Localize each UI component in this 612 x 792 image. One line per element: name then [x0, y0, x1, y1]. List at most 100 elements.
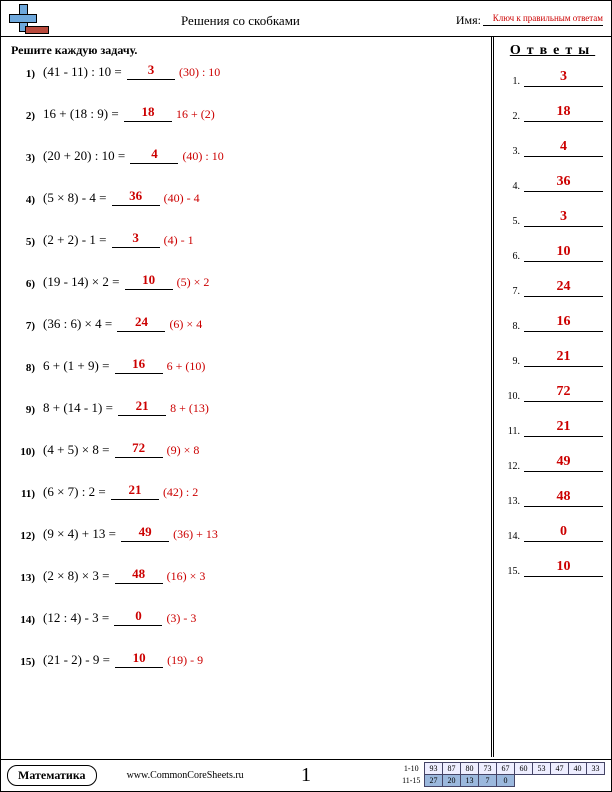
answer-blank: 16: [115, 356, 163, 374]
problem-row: 9)8 + (14 - 1) = 21 8 + (13): [11, 398, 481, 416]
answer-row: 14.0: [502, 524, 603, 542]
problem-expression: (9 × 4) + 13 =: [43, 526, 119, 542]
instruction: Решите каждую задачу.: [11, 43, 481, 58]
problem-number: 13): [11, 572, 35, 584]
answer-number: 11.: [502, 426, 520, 437]
problem-expression: (12 : 4) - 3 =: [43, 610, 112, 626]
answer-number: 7.: [502, 286, 520, 297]
site-url: www.CommonCoreSheets.ru: [127, 770, 244, 781]
step-hint: (36) + 13: [173, 527, 218, 542]
answer-blank: 48: [115, 566, 163, 584]
problem-expression: (2 × 8) × 3 =: [43, 568, 113, 584]
answers-column: Ответы 1.32.183.44.365.36.107.248.169.21…: [491, 37, 611, 757]
answer-blank: 4: [130, 146, 178, 164]
problem-number: 8): [11, 362, 35, 374]
answer-blank: 10: [125, 272, 173, 290]
problem-number: 15): [11, 656, 35, 668]
answer-row: 10.72: [502, 384, 603, 402]
answer-number: 8.: [502, 321, 520, 332]
problem-row: 1)(41 - 11) : 10 = 3 (30) : 10: [11, 62, 481, 80]
answer-number: 2.: [502, 111, 520, 122]
answer-value: 48: [524, 489, 603, 507]
answer-value: 3: [524, 209, 603, 227]
step-hint: 8 + (13): [170, 401, 209, 416]
answer-value: 72: [524, 384, 603, 402]
answer-blank: 3: [127, 62, 175, 80]
problem-expression: 8 + (14 - 1) =: [43, 400, 116, 416]
score-row1-label: 1-10: [399, 763, 425, 775]
step-hint: (3) - 3: [166, 611, 196, 626]
problem-number: 3): [11, 152, 35, 164]
subject-badge: Математика: [7, 765, 97, 786]
problem-row: 5)(2 + 2) - 1 = 3 (4) - 1: [11, 230, 481, 248]
answer-row: 4.36: [502, 174, 603, 192]
step-hint: (19) - 9: [167, 653, 203, 668]
step-hint: (16) × 3: [167, 569, 206, 584]
answer-number: 4.: [502, 181, 520, 192]
answer-row: 9.21: [502, 349, 603, 367]
answer-row: 3.4: [502, 139, 603, 157]
footer: Математика www.CommonCoreSheets.ru 1 1-1…: [1, 759, 611, 791]
answer-row: 13.48: [502, 489, 603, 507]
header: Решения со скобками Имя: Ключ к правильн…: [1, 1, 611, 37]
answer-number: 12.: [502, 461, 520, 472]
problem-expression: (6 × 7) : 2 =: [43, 484, 109, 500]
answer-blank: 36: [112, 188, 160, 206]
problem-number: 4): [11, 194, 35, 206]
score-row2-label: 11-15: [399, 775, 425, 787]
answers-title: Ответы: [502, 43, 603, 59]
step-hint: (40) - 4: [164, 191, 200, 206]
problem-number: 1): [11, 68, 35, 80]
answer-row: 1.3: [502, 69, 603, 87]
answer-blank: 0: [114, 608, 162, 626]
problem-expression: (2 + 2) - 1 =: [43, 232, 110, 248]
problems-column: Решите каждую задачу. 1)(41 - 11) : 10 =…: [1, 37, 491, 757]
score-grid: 1-10 93 87 80 73 67 60 53 47 40 33 11-15…: [399, 762, 606, 787]
answer-value: 16: [524, 314, 603, 332]
logo-plus-icon: [9, 4, 39, 34]
answer-blank: 3: [112, 230, 160, 248]
step-hint: (40) : 10: [182, 149, 223, 164]
problem-number: 2): [11, 110, 35, 122]
answer-value: 10: [524, 244, 603, 262]
answer-number: 1.: [502, 76, 520, 87]
step-hint: 6 + (10): [167, 359, 206, 374]
step-hint: (42) : 2: [163, 485, 198, 500]
answer-value: 36: [524, 174, 603, 192]
problem-row: 10)(4 + 5) × 8 = 72 (9) × 8: [11, 440, 481, 458]
problem-row: 15) (21 - 2) - 9 = 10 (19) - 9: [11, 650, 481, 668]
answer-blank: 10: [115, 650, 163, 668]
answer-blank: 18: [124, 104, 172, 122]
answer-blank: 49: [121, 524, 169, 542]
problem-row: 14)(12 : 4) - 3 = 0 (3) - 3: [11, 608, 481, 626]
step-hint: 16 + (2): [176, 107, 215, 122]
problem-number: 11): [11, 488, 35, 500]
problem-number: 10): [11, 446, 35, 458]
problem-number: 12): [11, 530, 35, 542]
answer-row: 8.16: [502, 314, 603, 332]
problem-number: 6): [11, 278, 35, 290]
problem-row: 8) 6 + (1 + 9) = 16 6 + (10): [11, 356, 481, 374]
name-label: Имя:: [456, 13, 481, 28]
answer-value: 0: [524, 524, 603, 542]
answer-row: 15.10: [502, 559, 603, 577]
problem-row: 12) (9 × 4) + 13 = 49 (36) + 13: [11, 524, 481, 542]
answer-value: 49: [524, 454, 603, 472]
answer-value: 18: [524, 104, 603, 122]
problem-expression: 6 + (1 + 9) =: [43, 358, 113, 374]
problem-expression: 16 + (18 : 9) =: [43, 106, 122, 122]
answer-number: 10.: [502, 391, 520, 402]
content: Решите каждую задачу. 1)(41 - 11) : 10 =…: [1, 37, 611, 757]
problem-expression: (21 - 2) - 9 =: [43, 652, 113, 668]
answer-blank: 21: [118, 398, 166, 416]
problem-expression: (36 : 6) × 4 =: [43, 316, 115, 332]
answer-value: 4: [524, 139, 603, 157]
answer-number: 13.: [502, 496, 520, 507]
step-hint: (30) : 10: [179, 65, 220, 80]
answer-value: 3: [524, 69, 603, 87]
answer-value: 24: [524, 279, 603, 297]
answer-row: 7.24: [502, 279, 603, 297]
problem-row: 4)(5 × 8) - 4 = 36 (40) - 4: [11, 188, 481, 206]
page-number: 1: [301, 764, 311, 787]
step-hint: (6) × 4: [169, 317, 202, 332]
